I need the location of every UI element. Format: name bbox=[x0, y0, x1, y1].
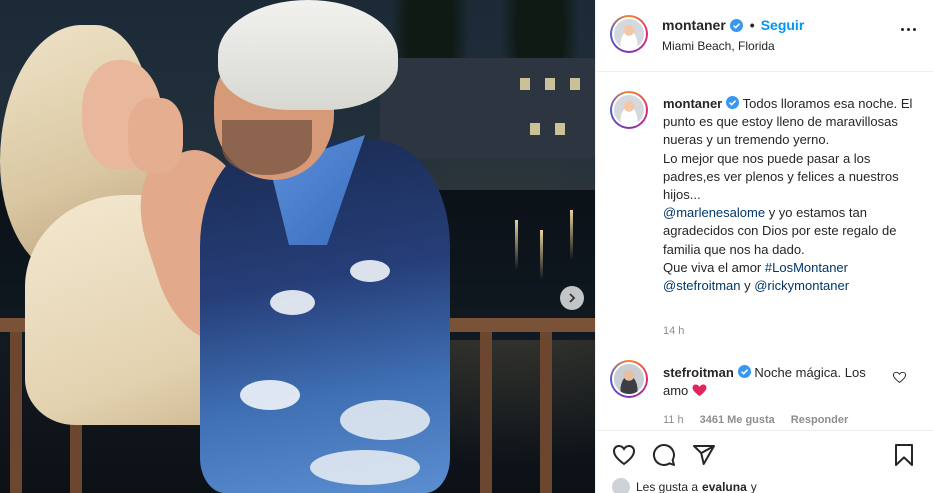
post-photo[interactable] bbox=[0, 0, 595, 493]
post-timestamp[interactable]: 14 h bbox=[663, 325, 684, 337]
follow-button[interactable]: Seguir bbox=[761, 17, 805, 33]
reply-button[interactable]: Responder bbox=[791, 414, 848, 426]
man-beard bbox=[222, 120, 312, 175]
railing-post bbox=[480, 332, 492, 493]
heart-emoji-icon bbox=[692, 384, 707, 397]
caption-body-1: Todos lloramos esa noche. El punto es qu… bbox=[663, 96, 913, 203]
avatar[interactable] bbox=[610, 360, 648, 398]
liker-username[interactable]: evaluna bbox=[702, 480, 747, 493]
like-comment-icon[interactable] bbox=[893, 371, 906, 384]
next-photo-button[interactable] bbox=[560, 286, 584, 310]
verified-icon bbox=[737, 365, 751, 378]
caption-text: montaner Todos lloramos esa noche. El pu… bbox=[663, 95, 913, 295]
avatar[interactable] bbox=[610, 91, 648, 129]
likes-line: Les gusta a evaluna y bbox=[612, 478, 757, 493]
verified-icon bbox=[726, 96, 740, 109]
mention-link[interactable]: @marlenesalome bbox=[663, 205, 765, 220]
post-sidebar: montaner • Seguir Miami Beach, Florida m… bbox=[595, 0, 933, 493]
more-options-icon[interactable] bbox=[901, 28, 916, 31]
comment: stefroitman Noche mágica. Los amo 11 h 3… bbox=[596, 354, 933, 430]
caption-body-3: y bbox=[740, 278, 755, 294]
railing-post bbox=[10, 332, 22, 493]
comment-username[interactable]: stefroitman bbox=[663, 365, 734, 380]
man-hair bbox=[218, 0, 398, 110]
caption-username[interactable]: montaner bbox=[663, 96, 722, 111]
background-house bbox=[380, 58, 595, 158]
heart-icon[interactable] bbox=[612, 443, 636, 467]
separator-dot: • bbox=[749, 17, 755, 33]
hashtag-link[interactable]: #LosMontaner bbox=[765, 260, 848, 275]
share-icon[interactable] bbox=[692, 443, 716, 467]
mention-link[interactable]: @rickymontaner bbox=[754, 278, 849, 293]
likes-prefix: Les gusta a bbox=[636, 480, 699, 493]
bookmark-icon[interactable] bbox=[892, 443, 916, 467]
comment-likes[interactable]: 3461 Me gusta bbox=[700, 414, 775, 426]
likes-suffix: y bbox=[750, 480, 757, 493]
location-link[interactable]: Miami Beach, Florida bbox=[662, 39, 775, 53]
avatar[interactable] bbox=[610, 15, 648, 53]
railing-post bbox=[540, 332, 552, 493]
post-header: montaner • Seguir Miami Beach, Florida bbox=[596, 0, 933, 72]
comment-text: stefroitman Noche mágica. Los amo bbox=[663, 364, 888, 400]
mention-link[interactable]: @stefroitman bbox=[663, 278, 741, 293]
liker-avatar[interactable] bbox=[612, 478, 630, 493]
verified-icon bbox=[729, 18, 743, 32]
header-username[interactable]: montaner bbox=[662, 17, 726, 33]
action-bar bbox=[596, 430, 933, 478]
next-arrow-icon bbox=[569, 293, 576, 303]
comment-icon[interactable] bbox=[652, 443, 676, 467]
caption: montaner Todos lloramos esa noche. El pu… bbox=[596, 72, 933, 354]
woman-hand bbox=[128, 98, 183, 173]
comment-meta: 11 h 3461 Me gusta Responder bbox=[663, 414, 848, 426]
comment-timestamp[interactable]: 11 h bbox=[663, 414, 684, 426]
